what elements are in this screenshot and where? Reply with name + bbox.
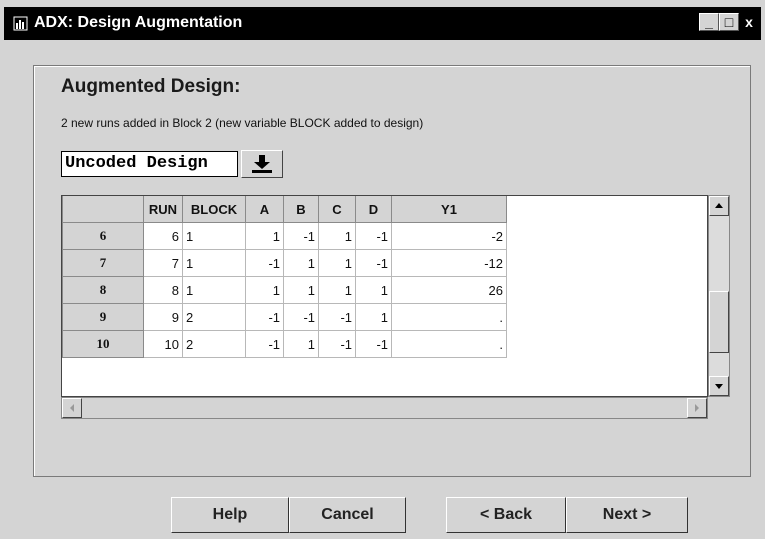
cell-block[interactable]: 2 xyxy=(182,330,246,358)
cell-a[interactable]: -1 xyxy=(245,249,284,277)
cell-y1[interactable]: -12 xyxy=(391,249,507,277)
help-button[interactable]: Help xyxy=(171,497,289,533)
row-header[interactable]: 7 xyxy=(62,249,144,277)
cell-d[interactable]: 1 xyxy=(355,276,392,304)
cell-d[interactable]: 1 xyxy=(355,303,392,331)
row-header[interactable]: 10 xyxy=(62,330,144,358)
cell-c[interactable]: -1 xyxy=(318,303,356,331)
arrow-up-icon xyxy=(715,203,723,208)
cell-run[interactable]: 10 xyxy=(143,330,183,358)
minimize-button[interactable]: _ xyxy=(699,13,719,31)
next-button[interactable]: Next > xyxy=(566,497,688,533)
cell-a[interactable]: 1 xyxy=(245,222,284,250)
cell-a[interactable]: 1 xyxy=(245,276,284,304)
design-grid: RUN BLOCK A B C D Y1 6 6 1 1 -1 1 -1 -2 … xyxy=(62,196,507,358)
cell-run[interactable]: 6 xyxy=(143,222,183,250)
cell-run[interactable]: 8 xyxy=(143,276,183,304)
cell-run[interactable]: 7 xyxy=(143,249,183,277)
column-header-d[interactable]: D xyxy=(355,196,392,223)
column-header-y1[interactable]: Y1 xyxy=(391,196,507,223)
cell-a[interactable]: -1 xyxy=(245,330,284,358)
row-header[interactable]: 6 xyxy=(62,222,144,250)
cell-y1[interactable]: -2 xyxy=(391,222,507,250)
cell-c[interactable]: 1 xyxy=(318,249,356,277)
cell-y1[interactable]: 26 xyxy=(391,276,507,304)
design-type-dropdown-button[interactable] xyxy=(241,150,283,178)
column-header-b[interactable]: B xyxy=(283,196,319,223)
arrow-right-icon xyxy=(695,404,699,412)
window-title: ADX: Design Augmentation xyxy=(34,14,243,31)
cell-b[interactable]: -1 xyxy=(283,222,319,250)
close-button[interactable]: x xyxy=(739,13,759,31)
cell-run[interactable]: 9 xyxy=(143,303,183,331)
cell-d[interactable]: -1 xyxy=(355,222,392,250)
cell-c[interactable]: -1 xyxy=(318,330,356,358)
design-summary-text: 2 new runs added in Block 2 (new variabl… xyxy=(61,116,424,130)
maximize-button[interactable]: □ xyxy=(719,13,739,31)
table-header-row: RUN BLOCK A B C D Y1 xyxy=(62,196,507,223)
cell-d[interactable]: -1 xyxy=(355,330,392,358)
cancel-button[interactable]: Cancel xyxy=(289,497,406,533)
cell-d[interactable]: -1 xyxy=(355,249,392,277)
cell-c[interactable]: 1 xyxy=(318,222,356,250)
table-row: 9 9 2 -1 -1 -1 1 . xyxy=(62,303,507,331)
cell-block[interactable]: 1 xyxy=(182,222,246,250)
back-button[interactable]: < Back xyxy=(446,497,566,533)
cell-b[interactable]: 1 xyxy=(283,249,319,277)
title-bar[interactable]: ADX: Design Augmentation _ □ x xyxy=(4,7,761,40)
column-header-block[interactable]: BLOCK xyxy=(182,196,246,223)
cell-block[interactable]: 1 xyxy=(182,249,246,277)
cell-y1[interactable]: . xyxy=(391,303,507,331)
column-header-run[interactable]: RUN xyxy=(143,196,183,223)
page-title: Augmented Design: xyxy=(61,76,241,97)
cell-y1[interactable]: . xyxy=(391,330,507,358)
cell-b[interactable]: -1 xyxy=(283,303,319,331)
column-header-c[interactable]: C xyxy=(318,196,356,223)
app-window: ADX: Design Augmentation _ □ x Augmented… xyxy=(0,0,765,539)
cell-b[interactable]: 1 xyxy=(283,276,319,304)
row-header[interactable]: 9 xyxy=(62,303,144,331)
table-row: 10 10 2 -1 1 -1 -1 . xyxy=(62,330,507,358)
cell-c[interactable]: 1 xyxy=(318,276,356,304)
scroll-up-button[interactable] xyxy=(709,196,729,216)
table-row: 8 8 1 1 1 1 1 26 xyxy=(62,276,507,304)
close-icon: x xyxy=(745,14,753,30)
cell-b[interactable]: 1 xyxy=(283,330,319,358)
column-header-a[interactable]: A xyxy=(245,196,284,223)
vertical-scrollbar[interactable] xyxy=(708,195,730,397)
minimize-icon: _ xyxy=(705,14,713,30)
table-row: 6 6 1 1 -1 1 -1 -2 xyxy=(62,222,507,250)
cell-block[interactable]: 1 xyxy=(182,276,246,304)
cell-block[interactable]: 2 xyxy=(182,303,246,331)
maximize-icon: □ xyxy=(724,14,734,30)
cell-a[interactable]: -1 xyxy=(245,303,284,331)
scrollbar-corner xyxy=(708,397,730,419)
design-table[interactable]: RUN BLOCK A B C D Y1 6 6 1 1 -1 1 -1 -2 … xyxy=(61,195,708,397)
download-arrow-icon xyxy=(251,155,273,178)
row-header-corner xyxy=(62,196,144,223)
scroll-right-button[interactable] xyxy=(687,398,707,418)
scroll-down-button[interactable] xyxy=(709,376,729,396)
vertical-scroll-thumb[interactable] xyxy=(709,291,729,353)
app-icon xyxy=(13,16,28,31)
design-type-value: Uncoded Design xyxy=(65,154,208,173)
arrow-left-icon xyxy=(70,404,74,412)
table-row: 7 7 1 -1 1 1 -1 -12 xyxy=(62,249,507,277)
horizontal-scrollbar[interactable] xyxy=(61,397,708,419)
scroll-left-button[interactable] xyxy=(62,398,82,418)
design-type-select[interactable]: Uncoded Design xyxy=(61,151,238,177)
arrow-down-icon xyxy=(715,384,723,389)
row-header[interactable]: 8 xyxy=(62,276,144,304)
